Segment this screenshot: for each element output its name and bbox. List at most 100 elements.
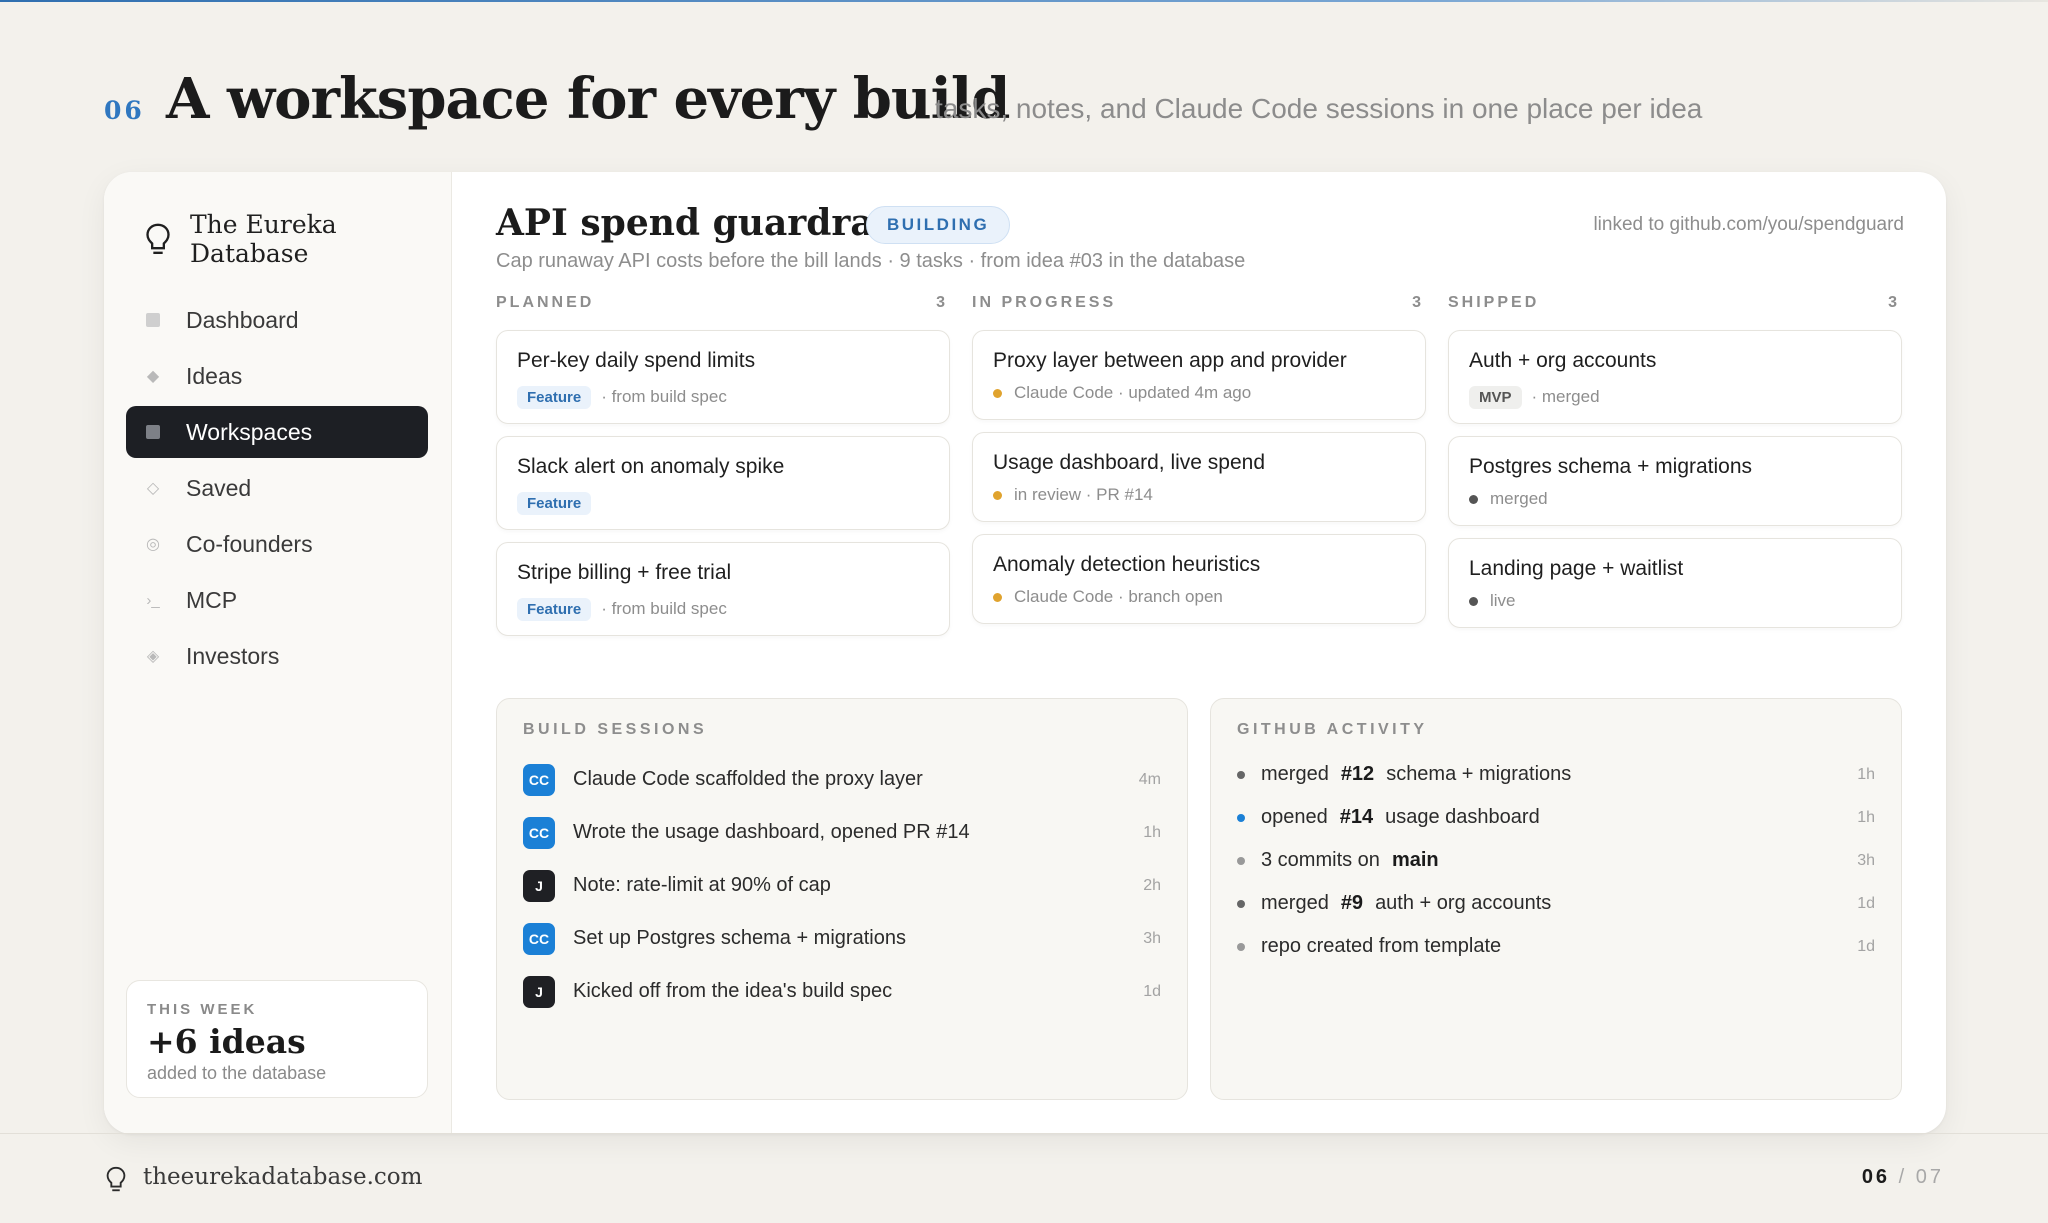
- session-time: 4m: [1138, 770, 1161, 788]
- sidebar-item-label: Investors: [186, 642, 280, 669]
- terminal-icon: ›_: [146, 591, 160, 609]
- task-meta-text: in review · PR #14: [1014, 485, 1153, 504]
- activity-time: 3h: [1857, 851, 1875, 869]
- sidebar-item-ideas[interactable]: ◆ Ideas: [126, 350, 428, 402]
- diamond-outline-icon: ◇: [146, 480, 160, 497]
- task-meta: Claude Code · branch open: [993, 585, 1405, 609]
- session-row[interactable]: J Note: rate-limit at 90% of cap 2h: [523, 859, 1161, 912]
- column-name: IN PROGRESS: [972, 294, 1117, 311]
- status-dot: [993, 592, 1002, 602]
- session-text: Kicked off from the idea's build spec: [573, 980, 893, 1002]
- app-window: The Eureka Database Dashboard ◆ Ideas Wo…: [104, 172, 1946, 1134]
- session-time: 1d: [1143, 982, 1161, 1000]
- sidebar-item-label: Workspaces: [186, 418, 313, 445]
- sidebar-item-investors[interactable]: ◈ Investors: [126, 630, 428, 682]
- session-text: Set up Postgres schema + migrations: [573, 927, 906, 949]
- session-time: 1h: [1143, 823, 1161, 841]
- sidebar-item-saved[interactable]: ◇ Saved: [126, 462, 428, 514]
- column-name: PLANNED: [496, 294, 595, 311]
- activity-row[interactable]: 3 commits on main 3h: [1237, 839, 1875, 882]
- sidebar-item-label: MCP: [186, 586, 238, 613]
- sidebar-item-label: Ideas: [186, 362, 243, 389]
- sidebar-item-label: Dashboard: [186, 306, 299, 333]
- session-row[interactable]: J Kicked off from the idea's build spec …: [523, 965, 1161, 1018]
- task-card[interactable]: Per-key daily spend limits Feature · fro…: [496, 330, 950, 424]
- session-text: Claude Code scaffolded the proxy layer: [573, 768, 923, 790]
- claude-code-avatar: CC: [523, 763, 555, 796]
- task-meta: in review · PR #14: [993, 483, 1405, 507]
- footer-site[interactable]: theeurekadatabase.com: [143, 1164, 422, 1190]
- sidebar-item-label: Co-founders: [186, 530, 313, 557]
- task-title: Usage dashboard, live spend: [993, 451, 1266, 474]
- task-title: Per-key daily spend limits: [517, 349, 756, 372]
- task-title: Proxy layer between app and provider: [993, 349, 1347, 372]
- activity-time: 1h: [1857, 765, 1875, 783]
- task-meta-text: Claude Code · updated 4m ago: [1014, 383, 1252, 402]
- activity-row[interactable]: merged #12 schema + migrations 1h: [1237, 753, 1875, 796]
- task-card[interactable]: Anomaly detection heuristics Claude Code…: [972, 534, 1426, 624]
- activity-row[interactable]: repo created from template 1d: [1237, 925, 1875, 968]
- activity-time: 1d: [1857, 937, 1875, 955]
- activity-row[interactable]: merged #9 auth + org accounts 1d: [1237, 882, 1875, 925]
- activity-text: repo created from template: [1261, 935, 1502, 957]
- sidebar: The Eureka Database Dashboard ◆ Ideas Wo…: [104, 172, 452, 1134]
- session-row[interactable]: CC Claude Code scaffolded the proxy laye…: [523, 753, 1161, 806]
- task-card[interactable]: Auth + org accounts MVP · merged: [1448, 330, 1902, 424]
- activity-text: merged #12 schema + migrations: [1261, 763, 1572, 785]
- session-time: 3h: [1143, 929, 1161, 947]
- task-meta: Feature · from build spec: [517, 597, 929, 621]
- task-tag: Feature: [517, 385, 592, 409]
- user-avatar: J: [523, 975, 555, 1008]
- session-text: Note: rate-limit at 90% of cap: [573, 874, 831, 896]
- task-card[interactable]: Postgres schema + migrations merged: [1448, 436, 1902, 526]
- task-meta: merged: [1469, 487, 1881, 511]
- session-row[interactable]: CC Set up Postgres schema + migrations 3…: [523, 912, 1161, 965]
- task-card[interactable]: Usage dashboard, live spend in review · …: [972, 432, 1426, 522]
- claude-code-avatar: CC: [523, 816, 555, 849]
- sidebar-item-mcp[interactable]: ›_ MCP: [126, 574, 428, 626]
- page-separator: /: [1898, 1166, 1908, 1188]
- activity-dot: [1237, 899, 1245, 908]
- sidebar-item-co-founders[interactable]: ◎ Co-founders: [126, 518, 428, 570]
- sidebar-item-workspaces[interactable]: Workspaces: [126, 406, 428, 458]
- panel-heading: GITHUB ACTIVITY: [1237, 721, 1428, 738]
- task-title: Stripe billing + free trial: [517, 561, 732, 584]
- task-title: Auth + org accounts: [1469, 349, 1657, 372]
- column-count: 3: [1888, 294, 1900, 311]
- build-sessions-panel: BUILD SESSIONS CC Claude Code scaffolded…: [496, 698, 1188, 1100]
- task-tag: MVP: [1469, 385, 1522, 409]
- task-meta-text: merged: [1490, 489, 1548, 508]
- task-meta-text: Claude Code · branch open: [1014, 587, 1223, 606]
- task-meta-text: · merged: [1531, 387, 1600, 406]
- lightbulb-icon: [146, 223, 170, 254]
- square-icon: [144, 423, 162, 441]
- column-name: SHIPPED: [1448, 294, 1540, 311]
- brand[interactable]: The Eureka Database: [144, 210, 350, 268]
- task-meta-text: · from build spec: [601, 599, 727, 618]
- user-avatar: J: [523, 869, 555, 902]
- task-card[interactable]: Slack alert on anomaly spike Feature: [496, 436, 950, 530]
- task-card[interactable]: Stripe billing + free trial Feature · fr…: [496, 542, 950, 636]
- this-week-label: THIS WEEK: [147, 1001, 258, 1018]
- task-card[interactable]: Landing page + waitlist live: [1448, 538, 1902, 628]
- workspace-main: API spend guardrail BUILDING Cap runaway…: [452, 172, 1946, 1134]
- page-current: 06: [1861, 1166, 1891, 1188]
- sidebar-nav: Dashboard ◆ Ideas Workspaces ◇ Saved ◎ C…: [126, 294, 428, 686]
- github-link[interactable]: linked to github.com/you/spendguard: [1593, 214, 1904, 236]
- session-row[interactable]: CC Wrote the usage dashboard, opened PR …: [523, 806, 1161, 859]
- activity-row[interactable]: opened #14 usage dashboard 1h: [1237, 796, 1875, 839]
- task-title: Postgres schema + migrations: [1469, 455, 1753, 478]
- slide-number: 06: [104, 96, 145, 125]
- sidebar-item-dashboard[interactable]: Dashboard: [126, 294, 428, 346]
- workspace-title: API spend guardrail: [496, 202, 902, 244]
- github-activity-panel: GITHUB ACTIVITY merged #12 schema + migrat…: [1210, 698, 1902, 1100]
- circle-icon: ◎: [146, 536, 160, 553]
- top-accent-line: [0, 0, 2048, 2]
- task-card[interactable]: Proxy layer between app and provider Cla…: [972, 330, 1426, 420]
- column-header: IN PROGRESS 3: [972, 294, 1426, 318]
- diamond-icon: ◆: [146, 368, 160, 385]
- activity-text: 3 commits on main: [1261, 849, 1439, 871]
- slide-subtitle: tasks, notes, and Claude Code sessions i…: [935, 93, 1703, 124]
- status-dot: [993, 388, 1002, 398]
- activity-dot: [1237, 856, 1245, 865]
